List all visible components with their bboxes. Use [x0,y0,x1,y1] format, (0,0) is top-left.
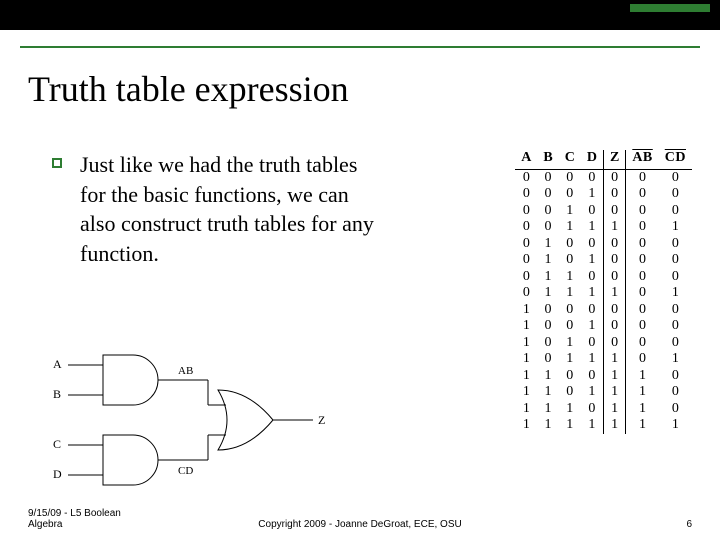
table-row: 1101110 [515,384,692,401]
slide-top-bar [0,0,720,30]
and-gate-icon [103,435,158,485]
table-header: D [581,150,604,169]
circuit-label-Z: Z [318,413,325,427]
table-row: 0111101 [515,285,692,302]
table-row: 1110110 [515,401,692,418]
table-row: 1100110 [515,368,692,385]
truth-table: ABCDZABCD0000000000100000100000011101010… [515,150,692,434]
table-row: 0011101 [515,219,692,236]
circuit-label-D: D [53,467,62,481]
table-header: Z [603,150,625,169]
table-header: AB [626,150,659,169]
or-gate-icon [218,390,273,450]
table-row: 1010000 [515,335,692,352]
table-row: 1000000 [515,302,692,319]
and-gate-icon [103,355,158,405]
circuit-label-C: C [53,437,61,451]
table-header: C [559,150,581,169]
table-row: 1111111 [515,417,692,434]
table-row: 0110000 [515,269,692,286]
table-row: 0010000 [515,203,692,220]
circuit-label-CD: CD [178,465,193,477]
top-bar-bg [0,0,720,30]
table-header: B [537,150,558,169]
circuit-diagram: A B C D AB CD Z [48,350,338,490]
title-underline [20,46,700,48]
circuit-label-A: A [53,357,62,371]
footer-center: Copyright 2009 - Joanne DeGroat, ECE, OS… [0,519,720,530]
table-header: CD [659,150,692,169]
table-row: 0101000 [515,252,692,269]
slide-title: Truth table expression [28,68,349,110]
table-row: 1011101 [515,351,692,368]
table-header: A [515,150,537,169]
table-row: 0100000 [515,236,692,253]
body-text: Just like we had the truth tables for th… [80,150,380,269]
top-bar-accent [630,4,710,12]
table-row: 1001000 [515,318,692,335]
footer-right: 6 [686,519,692,530]
circuit-label-AB: AB [178,365,193,377]
table-row: 0000000 [515,169,692,186]
circuit-label-B: B [53,387,61,401]
table-row: 0001000 [515,186,692,203]
bullet-square-icon [52,158,62,168]
